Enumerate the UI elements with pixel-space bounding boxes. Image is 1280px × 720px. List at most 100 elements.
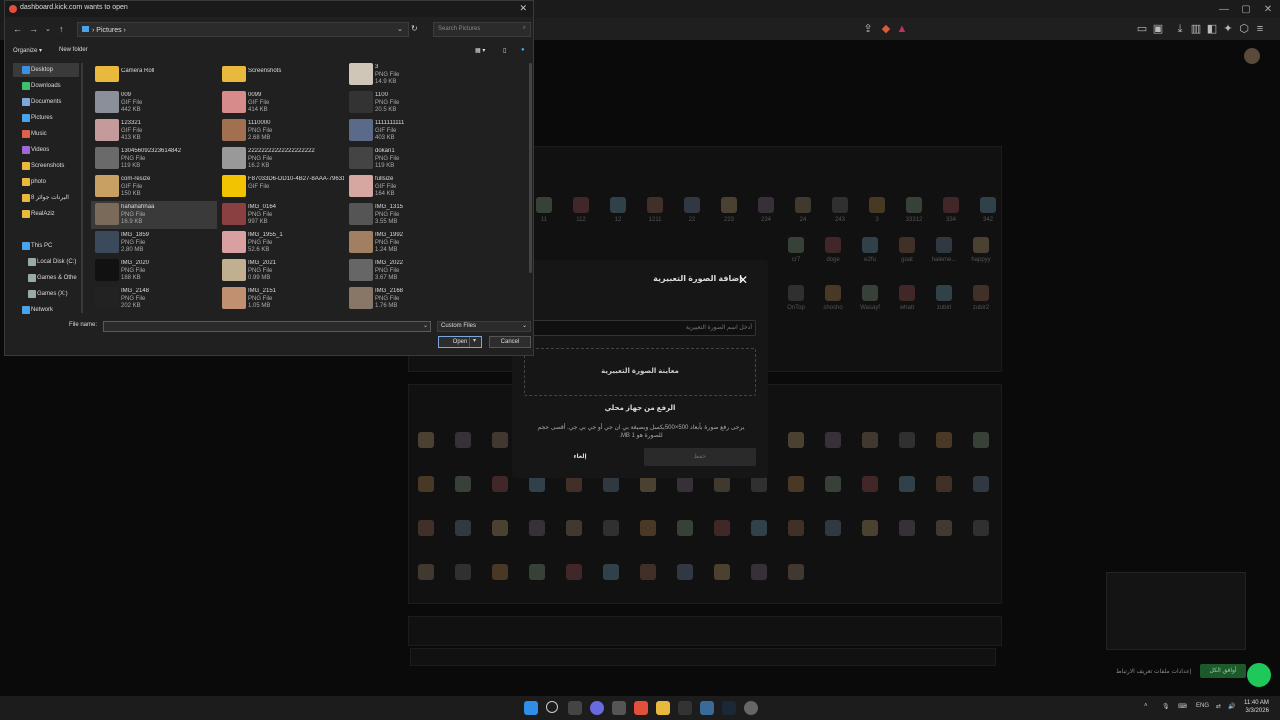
app2-icon[interactable]	[678, 701, 692, 715]
file-item[interactable]: IMG_1859 PNG File 2.80 MB	[91, 229, 217, 257]
folder-item[interactable]: Camera Roll	[91, 61, 217, 89]
emote-tile[interactable]	[936, 237, 952, 253]
emote-tile[interactable]	[418, 564, 434, 580]
emote-tile[interactable]	[788, 285, 804, 301]
file-item[interactable]: IMG_2148 PNG File 202 KB	[91, 285, 217, 313]
language-indicator[interactable]: ENG	[1196, 703, 1209, 709]
tray-chevron-icon[interactable]: ˄	[1144, 703, 1148, 709]
recent-chevron-icon[interactable]: ⌄	[45, 25, 51, 33]
forward-icon[interactable]: →	[29, 24, 38, 34]
emote-tile[interactable]	[758, 197, 774, 213]
upload-local-button[interactable]: الرفع من جهاز محلي	[512, 404, 768, 412]
emote-tile[interactable]	[825, 432, 841, 448]
maximize-button[interactable]: ▢	[1234, 3, 1258, 17]
emote-tile[interactable]	[980, 197, 996, 213]
file-item[interactable]: 1110000 PNG File 2.68 MB	[218, 117, 344, 145]
rewards-icon[interactable]: ▲	[895, 22, 909, 36]
file-item[interactable]: IMG_1315 PNG File 3.55 MB	[345, 201, 471, 229]
app-icon[interactable]	[612, 701, 626, 715]
app4-icon[interactable]	[744, 701, 758, 715]
emote-tile[interactable]	[677, 520, 693, 536]
emote-tile[interactable]	[714, 520, 730, 536]
emote-tile[interactable]	[788, 237, 804, 253]
file-item[interactable]: 1111111111 GIF File 403 KB	[345, 117, 471, 145]
emote-tile[interactable]	[862, 476, 878, 492]
emote-tile[interactable]	[899, 285, 915, 301]
close-window-button[interactable]: ✕	[1256, 3, 1280, 17]
search-input[interactable]: Search Pictures ⌕	[433, 22, 531, 37]
extensions-icon[interactable]: ✦	[1221, 22, 1235, 36]
emote-tile[interactable]	[825, 520, 841, 536]
modal-save-button[interactable]: حفظ	[644, 448, 756, 466]
emote-tile[interactable]	[899, 520, 915, 536]
file-item[interactable]: IMG_1955_1 PNG File 52.6 KB	[218, 229, 344, 257]
emote-tile[interactable]	[566, 476, 582, 492]
sidebar-item-12[interactable]: Games & Othe	[19, 271, 85, 285]
emote-tile[interactable]	[825, 285, 841, 301]
emote-tile[interactable]	[862, 432, 878, 448]
download-icon[interactable]: ⤓	[1173, 22, 1187, 36]
emote-tile[interactable]	[899, 237, 915, 253]
emote-tile[interactable]	[529, 564, 545, 580]
vpn-icon[interactable]: ⬡	[1237, 22, 1251, 36]
emote-tile[interactable]	[455, 432, 471, 448]
emote-tile[interactable]	[418, 520, 434, 536]
file-item[interactable]: 009 GIF File 442 KB	[91, 89, 217, 117]
emote-tile[interactable]	[566, 564, 582, 580]
emote-tile[interactable]	[647, 197, 663, 213]
file-item[interactable]: 0099 GIF File 414 KB	[218, 89, 344, 117]
library-icon[interactable]: ▥	[1189, 22, 1203, 36]
help-icon[interactable]: ●	[521, 47, 525, 53]
discord-icon[interactable]	[590, 701, 604, 715]
emote-tile[interactable]	[677, 564, 693, 580]
sidebar-item-13[interactable]: Games (X:)	[19, 287, 85, 301]
emote-tile[interactable]	[529, 520, 545, 536]
file-grid-scrollbar[interactable]	[529, 63, 532, 273]
emote-tile[interactable]	[906, 197, 922, 213]
emote-tile[interactable]	[936, 432, 952, 448]
emote-name-input[interactable]: أدخل اسم الصورة التعبيرية	[524, 320, 756, 336]
start-icon[interactable]	[524, 701, 538, 715]
brave-icon[interactable]	[634, 701, 648, 715]
shield-icon[interactable]: ◆	[879, 22, 893, 36]
emote-tile[interactable]	[788, 520, 804, 536]
modal-cancel-button[interactable]: إلغاء	[524, 448, 636, 466]
minimize-button[interactable]: —	[1212, 3, 1236, 17]
task-view-icon[interactable]	[568, 701, 582, 715]
emote-tile[interactable]	[788, 564, 804, 580]
emote-tile[interactable]	[751, 476, 767, 492]
address-path[interactable]: Pictures	[96, 27, 121, 34]
emote-tile[interactable]	[492, 476, 508, 492]
menu-icon[interactable]: ≡	[1253, 22, 1267, 36]
emote-tile[interactable]	[721, 197, 737, 213]
file-item[interactable]: IMG_1992 PNG File 1.24 MB	[345, 229, 471, 257]
network-icon[interactable]: ⇄	[1216, 703, 1221, 710]
file-item[interactable]: F87033D6-DD10-4B27-8AAA-79631371DF88 GIF …	[218, 173, 344, 201]
emote-tile[interactable]	[640, 520, 656, 536]
address-dropdown-icon[interactable]: ⌄	[397, 25, 403, 33]
emote-tile[interactable]	[825, 237, 841, 253]
sidebar-item-7[interactable]: photo	[13, 175, 79, 189]
emote-tile[interactable]	[573, 197, 589, 213]
address-bar[interactable]: › Pictures ›	[77, 22, 409, 37]
keyboard-icon[interactable]: ⌨	[1178, 703, 1187, 710]
emote-tile[interactable]	[536, 197, 552, 213]
emote-tile[interactable]	[795, 197, 811, 213]
emote-tile[interactable]	[973, 237, 989, 253]
emote-tile[interactable]	[788, 476, 804, 492]
file-item[interactable]: IMG_2020 PNG File 188 KB	[91, 257, 217, 285]
file-name-input[interactable]	[103, 321, 431, 332]
emote-tile[interactable]	[862, 285, 878, 301]
emote-tile[interactable]	[869, 197, 885, 213]
file-item[interactable]: IMG_2021 PNG File 0.99 MB	[218, 257, 344, 285]
emote-tile[interactable]	[936, 476, 952, 492]
steam-icon[interactable]	[722, 701, 736, 715]
refresh-icon[interactable]: ↻	[411, 24, 418, 33]
emote-tile[interactable]	[418, 476, 434, 492]
volume-icon[interactable]: 🔊	[1228, 703, 1235, 710]
chat-bubble-icon[interactable]	[1247, 663, 1271, 687]
emote-tile[interactable]	[640, 476, 656, 492]
emote-tile[interactable]	[529, 476, 545, 492]
emote-tile[interactable]	[714, 564, 730, 580]
sidebar-item-9[interactable]: RealAziz	[13, 207, 79, 221]
